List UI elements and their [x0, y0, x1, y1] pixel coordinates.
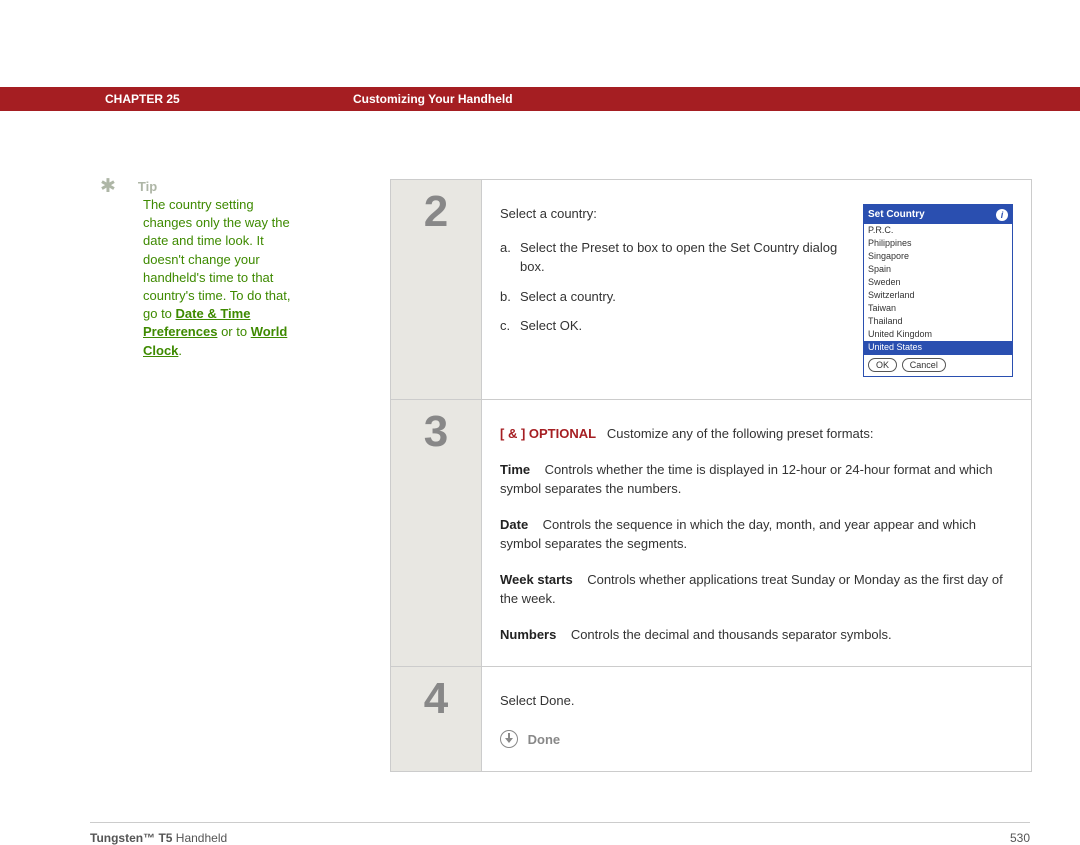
cancel-button[interactable]: Cancel: [902, 358, 946, 372]
step-number-cell: 2: [391, 180, 482, 399]
list-item[interactable]: Switzerland: [864, 289, 1012, 302]
chapter-header: CHAPTER 25 Customizing Your Handheld: [0, 87, 1080, 111]
done-label: Done: [528, 731, 561, 746]
step-content: Select Done. Done: [482, 667, 1031, 771]
optional-text: Customize any of the following preset fo…: [607, 426, 874, 441]
dialog-buttons: OK Cancel: [864, 355, 1012, 376]
list-item[interactable]: Sweden: [864, 276, 1012, 289]
list-item[interactable]: P.R.C.: [864, 224, 1012, 237]
dialog-title: Set Country: [868, 207, 925, 222]
list-item[interactable]: Spain: [864, 263, 1012, 276]
list-item[interactable]: Taiwan: [864, 302, 1012, 315]
list-item[interactable]: Thailand: [864, 315, 1012, 328]
list-item[interactable]: Singapore: [864, 250, 1012, 263]
info-icon[interactable]: i: [996, 209, 1008, 221]
step-number: 3: [424, 400, 448, 454]
step2-intro: Select a country:: [500, 204, 853, 224]
dialog-titlebar: Set Country i: [864, 205, 1012, 224]
substep-c: c. Select OK.: [500, 316, 853, 336]
step-number-cell: 3: [391, 400, 482, 666]
steps-container: 2 Select a country: a. Select the Preset…: [390, 179, 1032, 772]
step-number-cell: 4: [391, 667, 482, 771]
list-item[interactable]: United Kingdom: [864, 328, 1012, 341]
def-time: Time Controls whether the time is displa…: [500, 460, 1013, 499]
step-content: Select a country: a. Select the Preset t…: [482, 180, 1031, 399]
product-name: Tungsten™ T5 Handheld: [90, 831, 227, 845]
country-list[interactable]: P.R.C. Philippines Singapore Spain Swede…: [864, 224, 1012, 355]
substep-a: a. Select the Preset to box to open the …: [500, 238, 853, 277]
tip-body: The country setting changes only the way…: [143, 196, 300, 360]
step-4: 4 Select Done. Done: [391, 666, 1031, 771]
step-content: [ & ] OPTIONAL Customize any of the foll…: [482, 400, 1031, 666]
set-country-dialog: Set Country i P.R.C. Philippines Singapo…: [863, 204, 1013, 377]
page-title: Customizing Your Handheld: [353, 92, 513, 106]
page-number: 530: [1010, 831, 1030, 845]
asterisk-icon: ✱: [100, 179, 116, 195]
step-3: 3 [ & ] OPTIONAL Customize any of the fo…: [391, 399, 1031, 666]
down-arrow-icon: [500, 730, 518, 748]
step-2: 2 Select a country: a. Select the Preset…: [391, 180, 1031, 399]
tip-sidebar: ✱ Tip The country setting changes only t…: [0, 179, 300, 360]
optional-label: [ & ] OPTIONAL: [500, 426, 596, 441]
ok-button[interactable]: OK: [868, 358, 897, 372]
substep-b: b. Select a country.: [500, 287, 853, 307]
step-number: 2: [424, 180, 448, 234]
chapter-number: CHAPTER 25: [0, 92, 353, 106]
list-item[interactable]: Philippines: [864, 237, 1012, 250]
def-numbers: Numbers Controls the decimal and thousan…: [500, 625, 1013, 645]
def-week: Week starts Controls whether application…: [500, 570, 1013, 609]
def-date: Date Controls the sequence in which the …: [500, 515, 1013, 554]
step4-text: Select Done.: [500, 691, 1013, 711]
page-footer: Tungsten™ T5 Handheld 530: [90, 822, 1030, 845]
tip-label: Tip: [138, 179, 157, 194]
step-number: 4: [424, 667, 448, 721]
list-item-selected[interactable]: United States: [864, 341, 1012, 354]
